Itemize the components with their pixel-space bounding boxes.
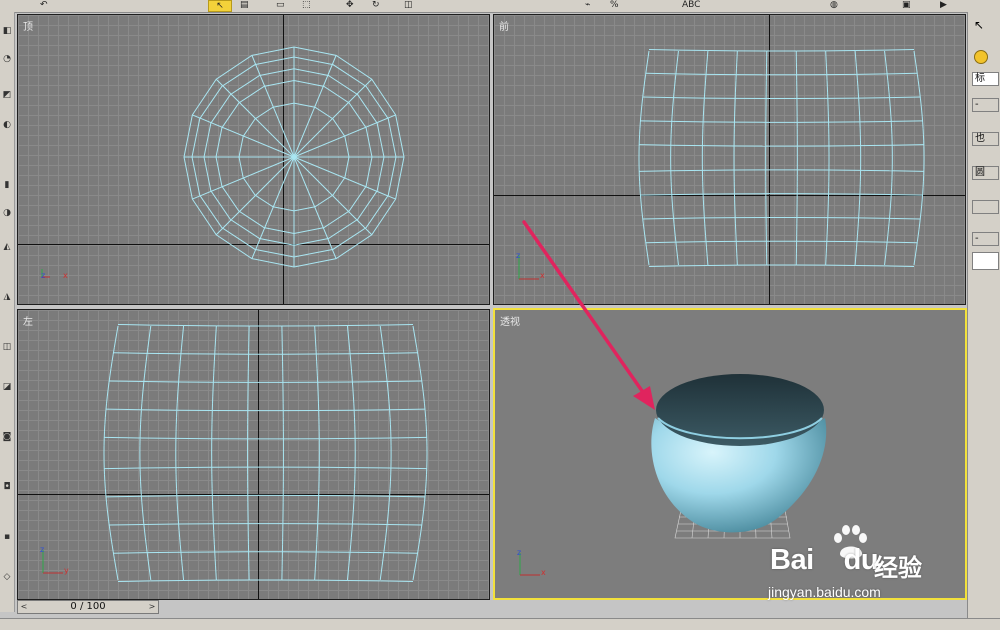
panel-button-3[interactable]: 圆 — [972, 166, 999, 180]
watermark-brand: Baidu — [770, 544, 878, 577]
next-frame-icon[interactable]: > — [146, 601, 158, 613]
rollout-toggle-1[interactable]: - — [972, 98, 999, 112]
pointer-icon[interactable]: ↖ — [974, 18, 984, 32]
panel-button-4[interactable] — [972, 200, 999, 214]
rollout-toggle-2[interactable]: - — [972, 232, 999, 246]
frame-counter: 0 / 100 — [18, 601, 158, 613]
track-bar[interactable] — [0, 618, 1000, 630]
baidu-watermark: Baidu 经验 jingyan.baidu.com — [766, 520, 956, 610]
watermark-url: jingyan.baidu.com — [768, 584, 881, 600]
panel-button-2[interactable]: 也 — [972, 132, 999, 146]
geometry-icon[interactable] — [974, 50, 988, 64]
object-type-tab[interactable]: 标 — [972, 72, 999, 86]
watermark-cn: 经验 — [874, 548, 922, 583]
time-slider[interactable]: < 0 / 100 > — [17, 600, 159, 614]
command-panel: ↖ 标 - 也 圆 - — [967, 12, 1000, 629]
color-swatch[interactable] — [972, 252, 999, 270]
